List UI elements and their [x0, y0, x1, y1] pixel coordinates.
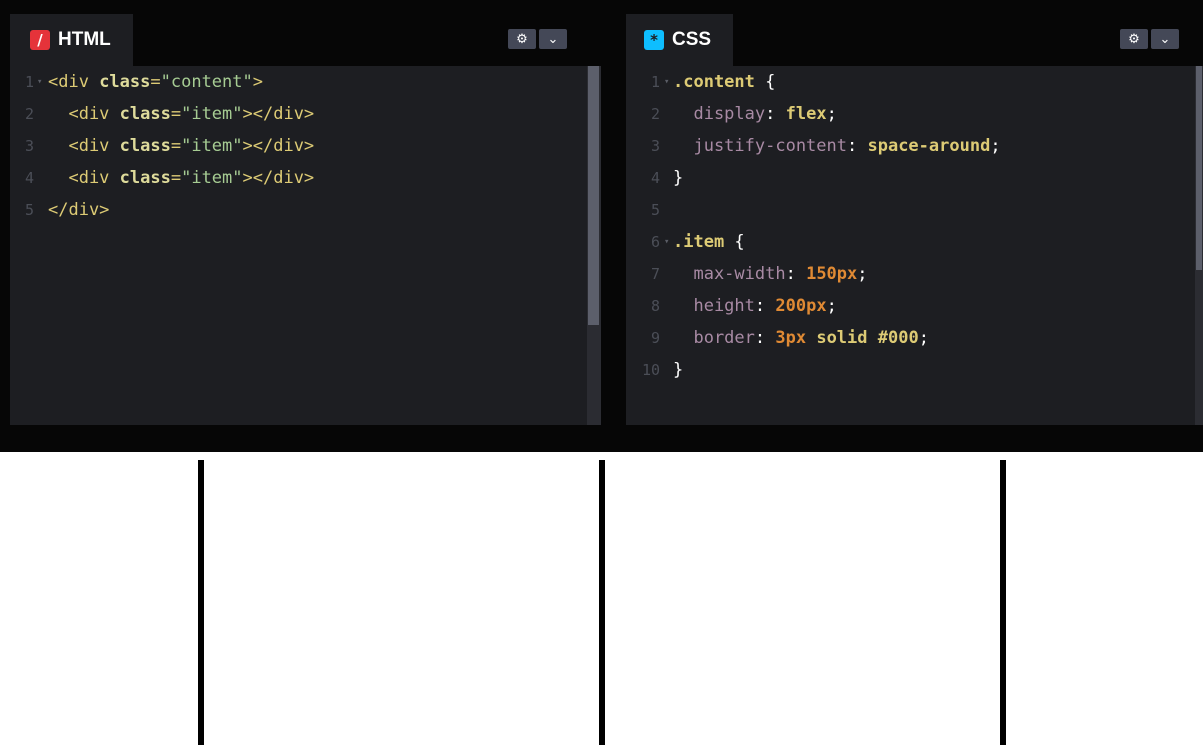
css-scrollbar[interactable]: [1195, 66, 1203, 425]
html-code-text: </div>: [48, 200, 110, 220]
css-code-line[interactable]: 10}: [626, 354, 1203, 386]
css-code-text: .item {: [673, 232, 745, 252]
css-settings-gear-icon[interactable]: ⚙: [1120, 29, 1148, 49]
css-collapse-chevron-icon[interactable]: ⌄: [1151, 29, 1179, 49]
preview-item: [198, 460, 204, 745]
css-code-line[interactable]: 5: [626, 194, 1203, 226]
html-editor-panel: / HTML ⚙ ⌄ 1 ▾ <div class="content"> 2 <div…: [10, 14, 601, 425]
css-panel-controls: ⚙ ⌄: [1120, 29, 1179, 49]
html-line-number: 2: [24, 105, 34, 123]
html-code-line[interactable]: 2 <div class="item"></div>: [10, 98, 601, 130]
css-line-number: 7: [650, 265, 660, 283]
html-code-line[interactable]: 3 <div class="item"></div>: [10, 130, 601, 162]
html-code-text: <div class="item"></div>: [48, 104, 315, 124]
css-code-area[interactable]: 1 ▾ .content {2 display: flex; 3 justify-co…: [626, 66, 1203, 425]
css-editor-panel: * CSS ⚙ ⌄ 1 ▾ .content {2 display: flex; 3 …: [626, 14, 1203, 425]
html-code-text: <div class="item"></div>: [48, 136, 315, 156]
css-line-number: 1: [650, 73, 660, 91]
html-line-number: 1: [24, 73, 34, 91]
css-tab-bar: * CSS ⚙ ⌄: [626, 14, 1203, 66]
css-line-number: 2: [650, 105, 660, 123]
editor-area: / HTML ⚙ ⌄ 1 ▾ <div class="content"> 2 <div…: [0, 0, 1203, 452]
html-settings-gear-icon[interactable]: ⚙: [508, 29, 536, 49]
result-preview: [0, 452, 1203, 745]
html-code-area[interactable]: 1 ▾ <div class="content"> 2 <div class="ite…: [10, 66, 601, 425]
html-panel-controls: ⚙ ⌄: [508, 29, 567, 49]
css-code-line[interactable]: 2 display: flex;: [626, 98, 1203, 130]
html-code-text: <div class="content">: [48, 72, 263, 92]
html-tab[interactable]: / HTML: [10, 14, 133, 66]
html-code-text: <div class="item"></div>: [48, 168, 315, 188]
css-code-text: }: [673, 168, 684, 188]
preview-item: [599, 460, 605, 745]
css-code-text: .content {: [673, 72, 776, 92]
html-badge-icon: /: [30, 30, 50, 50]
css-code-line[interactable]: 4}: [626, 162, 1203, 194]
html-scrollbar[interactable]: [587, 66, 601, 425]
css-code-text: }: [673, 360, 684, 380]
html-code-line[interactable]: 4 <div class="item"></div>: [10, 162, 601, 194]
panel-resize-bar[interactable]: [0, 425, 1203, 452]
html-fold-arrow-icon[interactable]: ▾: [37, 66, 42, 98]
css-line-number: 9: [650, 329, 660, 347]
css-code-line[interactable]: 9 border: 3px solid #000;: [626, 322, 1203, 354]
css-code-text: max-width: 150px;: [673, 264, 868, 284]
css-code-line[interactable]: 3 justify-content: space-around;: [626, 130, 1203, 162]
css-code-line[interactable]: 8 height: 200px;: [626, 290, 1203, 322]
css-code-line[interactable]: 1 ▾ .content {: [626, 66, 1203, 98]
html-scrollbar-thumb[interactable]: [588, 66, 599, 325]
css-code-text: display: flex;: [673, 104, 837, 124]
html-line-number: 3: [24, 137, 34, 155]
css-code-text: height: 200px;: [673, 296, 837, 316]
html-collapse-chevron-icon[interactable]: ⌄: [539, 29, 567, 49]
css-code-text: justify-content: space-around;: [673, 136, 1001, 156]
css-fold-arrow-icon[interactable]: ▾: [664, 66, 669, 98]
html-line-number: 5: [24, 201, 34, 219]
css-line-number: 10: [641, 361, 660, 379]
css-line-number: 5: [650, 201, 660, 219]
css-badge-icon: *: [644, 30, 664, 50]
css-fold-arrow-icon[interactable]: ▾: [664, 226, 669, 258]
html-tab-bar: / HTML ⚙ ⌄: [10, 14, 601, 66]
css-code-text: border: 3px solid #000;: [673, 328, 929, 348]
html-line-number: 4: [24, 169, 34, 187]
html-code-line[interactable]: 5 </div>: [10, 194, 601, 226]
css-line-number: 8: [650, 297, 660, 315]
css-line-number: 6: [650, 233, 660, 251]
html-tab-label: HTML: [58, 29, 111, 50]
css-code-line[interactable]: 6 ▾ .item {: [626, 226, 1203, 258]
preview-item: [1000, 460, 1006, 745]
css-tab-label: CSS: [672, 29, 712, 50]
css-tab[interactable]: * CSS: [626, 14, 734, 66]
css-line-number: 3: [650, 137, 660, 155]
css-scrollbar-thumb[interactable]: [1196, 66, 1202, 270]
html-code-line[interactable]: 1 ▾ <div class="content">: [10, 66, 601, 98]
css-line-number: 4: [650, 169, 660, 187]
css-code-line[interactable]: 7 max-width: 150px;: [626, 258, 1203, 290]
